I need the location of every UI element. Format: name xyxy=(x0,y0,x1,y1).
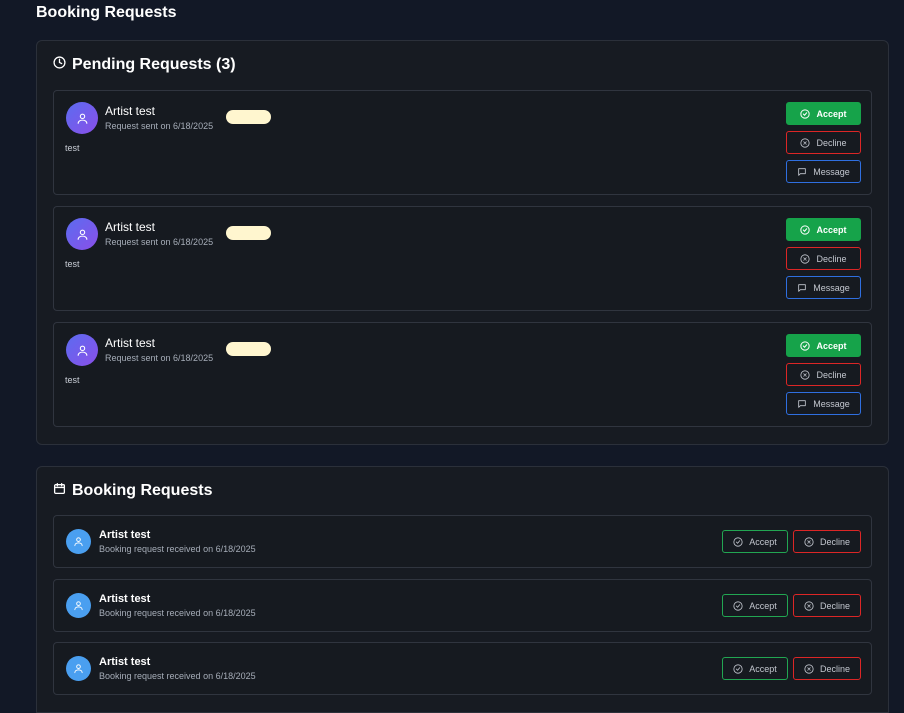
user-icon xyxy=(74,664,83,674)
decline-button[interactable]: Decline xyxy=(786,247,861,270)
booking-request-card: Artist test Booking request received on … xyxy=(53,515,872,568)
artist-name: Artist test xyxy=(99,593,151,605)
chat-icon xyxy=(798,283,806,292)
status-badge xyxy=(226,342,271,356)
x-circle-icon xyxy=(800,369,811,380)
status-badge xyxy=(226,110,271,124)
user-icon xyxy=(74,537,83,547)
avatar xyxy=(66,102,98,134)
check-circle-icon xyxy=(733,663,743,674)
calendar-icon xyxy=(53,482,66,500)
artist-name: Artist test xyxy=(105,220,156,234)
message-button[interactable]: Message xyxy=(786,160,861,183)
check-circle-icon xyxy=(800,340,811,351)
user-icon xyxy=(77,345,87,356)
booking-requests-title: Booking Requests xyxy=(72,482,213,499)
avatar xyxy=(66,334,98,366)
pending-request-card: Artist test Request sent on 6/18/2025 te… xyxy=(53,206,872,311)
avatar xyxy=(66,593,91,618)
decline-button[interactable]: Decline xyxy=(793,530,861,553)
check-circle-icon xyxy=(800,108,811,119)
user-icon xyxy=(74,601,83,611)
avatar xyxy=(66,529,91,554)
accept-button[interactable]: Accept xyxy=(786,218,861,241)
artist-name: Artist test xyxy=(105,336,156,350)
check-circle-icon xyxy=(733,536,743,547)
pending-requests-panel: Pending Requests (3) Artist test Request… xyxy=(36,40,889,445)
booking-requests-panel: Booking Requests Artist test Booking req… xyxy=(36,466,889,713)
accept-button[interactable]: Accept xyxy=(786,102,861,125)
user-icon xyxy=(77,113,87,124)
request-date: Request sent on 6/18/2025 xyxy=(105,121,214,131)
request-message: test xyxy=(65,375,80,385)
user-icon xyxy=(77,229,87,240)
message-button[interactable]: Message xyxy=(786,276,861,299)
artist-name: Artist test xyxy=(105,104,156,118)
accept-button[interactable]: Accept xyxy=(722,530,788,553)
pending-requests-header: Pending Requests (3) xyxy=(53,56,236,74)
request-message: test xyxy=(65,143,80,153)
x-circle-icon xyxy=(804,600,814,611)
accept-button[interactable]: Accept xyxy=(722,594,788,617)
request-date: Booking request received on 6/18/2025 xyxy=(99,608,256,618)
avatar xyxy=(66,656,91,681)
x-circle-icon xyxy=(804,663,814,674)
accept-button[interactable]: Accept xyxy=(786,334,861,357)
booking-request-card: Artist test Booking request received on … xyxy=(53,579,872,632)
request-message: test xyxy=(65,259,80,269)
check-circle-icon xyxy=(800,224,811,235)
check-circle-icon xyxy=(733,600,743,611)
status-badge xyxy=(226,226,271,240)
pending-requests-title: Pending Requests (3) xyxy=(72,56,236,73)
accept-button[interactable]: Accept xyxy=(722,657,788,680)
booking-requests-header: Booking Requests xyxy=(53,482,212,500)
pending-request-card: Artist test Request sent on 6/18/2025 te… xyxy=(53,322,872,427)
x-circle-icon xyxy=(804,536,814,547)
decline-button[interactable]: Decline xyxy=(786,363,861,386)
artist-name: Artist test xyxy=(99,656,151,668)
avatar xyxy=(66,218,98,250)
chat-icon xyxy=(798,167,806,176)
pending-request-card: Artist test Request sent on 6/18/2025 te… xyxy=(53,90,872,195)
page-title: Booking Requests xyxy=(36,4,177,21)
request-date: Booking request received on 6/18/2025 xyxy=(99,544,256,554)
decline-button[interactable]: Decline xyxy=(786,131,861,154)
decline-button[interactable]: Decline xyxy=(793,594,861,617)
clock-icon xyxy=(53,56,66,74)
x-circle-icon xyxy=(800,253,811,264)
artist-name: Artist test xyxy=(99,529,151,541)
chat-icon xyxy=(798,399,806,408)
decline-button[interactable]: Decline xyxy=(793,657,861,680)
request-date: Request sent on 6/18/2025 xyxy=(105,237,214,247)
message-button[interactable]: Message xyxy=(786,392,861,415)
x-circle-icon xyxy=(800,137,811,148)
request-date: Booking request received on 6/18/2025 xyxy=(99,671,256,681)
booking-request-card: Artist test Booking request received on … xyxy=(53,642,872,695)
request-date: Request sent on 6/18/2025 xyxy=(105,353,214,363)
